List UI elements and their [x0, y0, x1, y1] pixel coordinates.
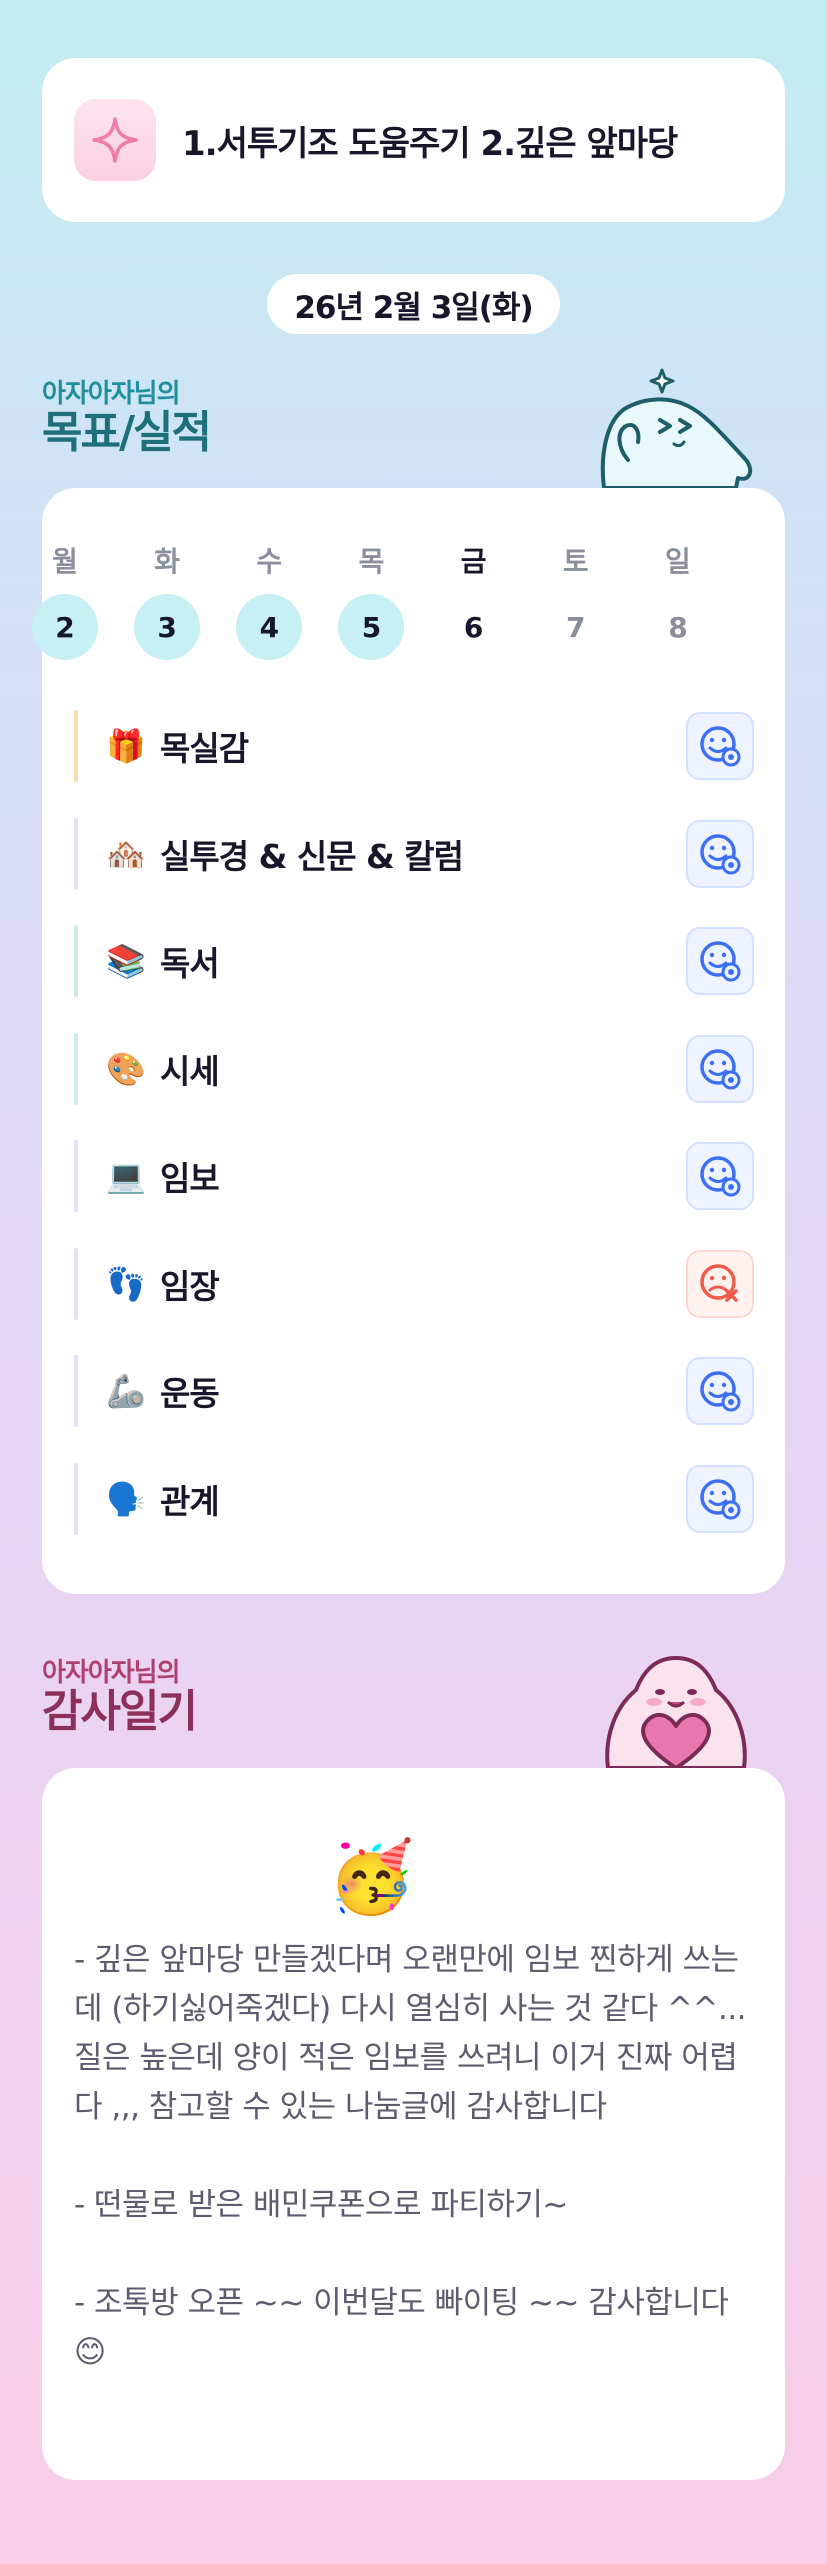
sad-x-icon[interactable] [686, 1249, 754, 1318]
goal-row[interactable]: 🏘️ 실투경 & 신문 & 칼럼 [74, 817, 754, 890]
goal-emoji-icon: 💻 [106, 1157, 146, 1195]
goal-row[interactable]: 👣 임장 [74, 1247, 754, 1320]
date-cell-today[interactable]: 6 [441, 594, 507, 660]
goal-label: 독서 [160, 944, 220, 983]
goal-banner-text: 1.서투기조 도움주기 2.깊은 앞마당 [182, 123, 678, 164]
gratitude-diary-text: - 깊은 앞마당 만들겠다며 오랜만에 임보 찐하게 쓰는데 (하기싫어죽겠다)… [74, 1942, 747, 2370]
goal-label: 실투경 & 신문 & 칼럼 [160, 836, 464, 876]
weekday-label: 목 [358, 545, 385, 578]
goal-accent-bar [74, 1247, 78, 1320]
goal-accent-bar [74, 1355, 78, 1427]
goal-accent-bar [74, 925, 78, 997]
smile-check-icon[interactable] [686, 1464, 754, 1533]
weekday-label: 월 [52, 545, 78, 578]
goal-banner-card: 1.서투기조 도움주기 2.깊은 앞마당 [42, 58, 785, 222]
goal-label: 시세 [160, 1051, 220, 1091]
smile-check-icon[interactable] [686, 819, 754, 888]
smile-check-icon-graphic [700, 1478, 741, 1519]
smile-check-icon-graphic [700, 833, 741, 874]
goal-accent-bar [74, 1032, 78, 1105]
goal-label: 운동 [160, 1374, 220, 1413]
date-cell[interactable]: 7 [543, 594, 609, 660]
smile-check-icon[interactable] [686, 712, 754, 780]
date-cell-completed[interactable]: 2 [32, 594, 98, 660]
smile-check-icon[interactable] [686, 1357, 754, 1425]
weekday-label: 수 [256, 545, 283, 578]
goal-emoji-icon: 🗣️ [106, 1479, 146, 1518]
smile-check-icon[interactable] [686, 927, 754, 995]
weekday-label-today: 금 [460, 545, 487, 578]
smile-check-icon-graphic [700, 941, 741, 982]
date-cell-completed[interactable]: 4 [236, 594, 303, 660]
sparkle-icon [74, 99, 156, 181]
diary-section-title: 감사일기 [42, 1686, 198, 1737]
goal-emoji-icon: 🎨 [106, 1049, 146, 1088]
goal-row[interactable]: 🦾 운동 [74, 1355, 754, 1427]
goal-row[interactable]: 📚 독서 [74, 925, 754, 997]
smile-check-icon-graphic [700, 726, 741, 767]
week-date-row: 2 3 4 5 6 7 8 [32, 594, 711, 660]
goal-accent-bar [74, 817, 78, 890]
goal-accent-bar [74, 710, 78, 782]
goal-label: 임보 [160, 1159, 220, 1198]
goal-emoji-icon: 🎁 [106, 727, 146, 765]
goal-accent-bar [74, 1462, 78, 1535]
weekday-label: 토 [562, 545, 589, 578]
goal-row[interactable]: 🎨 시세 [74, 1032, 754, 1105]
weekday-label: 화 [154, 545, 181, 578]
goal-row[interactable]: 🗣️ 관계 [74, 1462, 754, 1535]
smile-check-icon-graphic [700, 1371, 741, 1412]
date-cell[interactable]: 8 [645, 594, 711, 660]
smile-check-icon[interactable] [686, 1034, 754, 1103]
date-cell-completed[interactable]: 3 [134, 594, 201, 660]
goal-emoji-icon: 🏘️ [106, 834, 146, 873]
smile-check-icon-graphic [700, 1048, 741, 1089]
goal-label: 목실감 [160, 729, 249, 768]
goal-emoji-icon: 👣 [106, 1264, 146, 1303]
smile-check-icon[interactable] [686, 1142, 754, 1210]
goals-section-title: 목표/실적 [42, 407, 212, 458]
mascot-pink-icon [596, 1640, 756, 1774]
weekday-header: 월 화 수 목 금 토 일 [32, 540, 711, 580]
date-selector[interactable]: 26년 2월 3일(화) [267, 274, 560, 334]
date-cell-completed[interactable]: 5 [338, 594, 405, 660]
party-face-emoji: 🥳 [327, 1836, 416, 1918]
goal-row[interactable]: 💻 임보 [74, 1140, 754, 1212]
goal-label: 관계 [160, 1481, 220, 1521]
sad-x-icon-graphic [700, 1263, 738, 1302]
goal-label: 임장 [160, 1266, 220, 1306]
smile-check-icon-graphic [700, 1156, 741, 1197]
goal-accent-bar [74, 1140, 78, 1212]
goal-row[interactable]: 🎁 목실감 [74, 710, 754, 782]
weekday-label: 일 [665, 545, 691, 578]
goal-emoji-icon: 📚 [106, 942, 146, 980]
mascot-blue-icon [596, 360, 756, 494]
goal-emoji-icon: 🦾 [106, 1372, 146, 1410]
